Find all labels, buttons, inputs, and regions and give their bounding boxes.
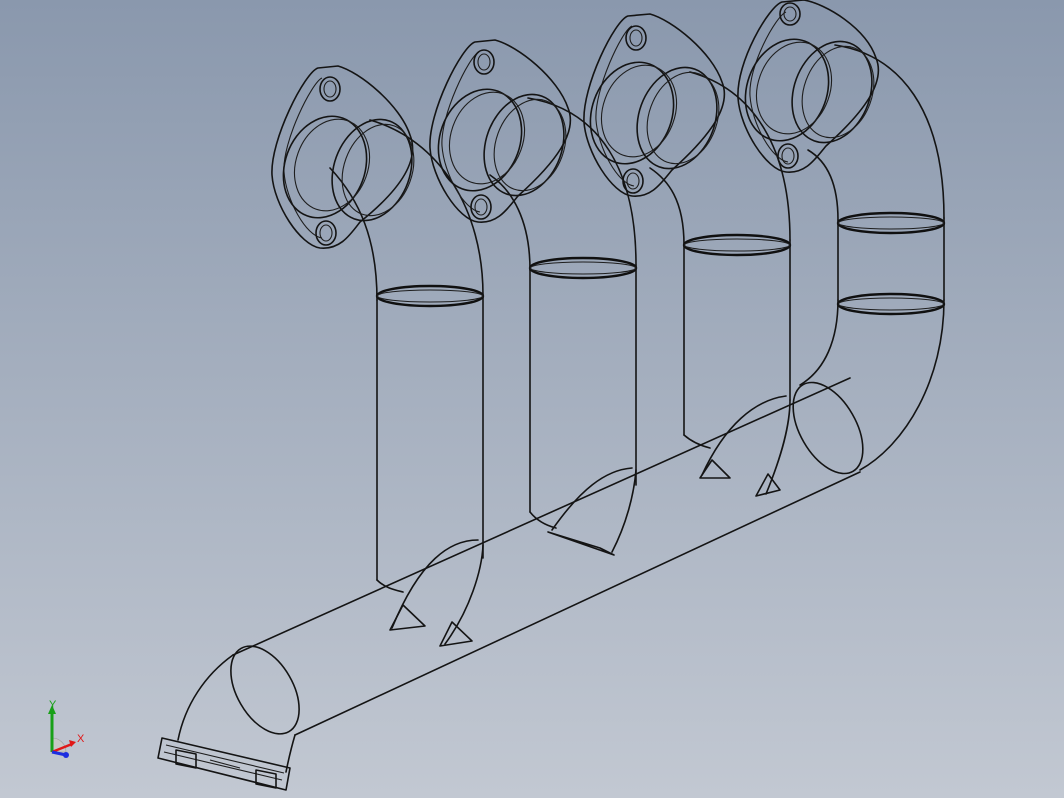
- inlet-flange-2[interactable]: [425, 39, 578, 223]
- x-axis-label: X: [77, 733, 85, 745]
- reference-triad: Y X: [48, 699, 85, 758]
- outlet-flange[interactable]: [157, 737, 291, 791]
- runner-3[interactable]: [649, 71, 792, 497]
- inlet-flange-4[interactable]: [732, 0, 886, 173]
- inlet-flange-3[interactable]: [577, 13, 731, 197]
- graphics-viewport[interactable]: Y X: [0, 0, 1064, 798]
- inlet-flange-1[interactable]: [270, 65, 426, 249]
- manifold-model[interactable]: [0, 0, 1064, 798]
- runner-4[interactable]: [799, 44, 946, 471]
- collector-pipe[interactable]: [177, 371, 877, 773]
- z-axis-tip-icon: [63, 752, 69, 758]
- y-axis-label: Y: [49, 699, 57, 711]
